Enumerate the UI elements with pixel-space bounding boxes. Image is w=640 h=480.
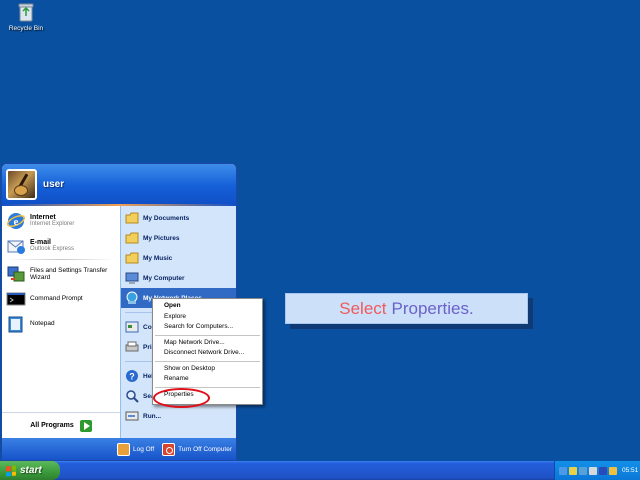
ctx-show-on-desktop[interactable]: Show on Desktop (153, 364, 262, 375)
network-icon (126, 291, 138, 304)
user-name: user (43, 178, 65, 190)
help-icon: ? (126, 370, 138, 382)
arrow-right-icon (79, 419, 92, 432)
places-my-documents[interactable]: My Documents (121, 208, 236, 228)
tray-network-icon[interactable] (579, 466, 587, 475)
recent-command-prompt[interactable]: Command Prompt (2, 286, 120, 311)
callout-word-properties: Properties. (391, 298, 474, 318)
recycle-bin-icon (18, 3, 34, 22)
start-menu-header: user (2, 164, 236, 204)
log-off-icon (116, 442, 130, 456)
log-off-button[interactable]: Log Off (116, 442, 155, 456)
ctx-disconnect-network-drive[interactable]: Disconnect Network Drive... (153, 348, 262, 359)
turn-off-button[interactable]: Turn Off Computer (162, 442, 232, 456)
outlook-express-icon (7, 240, 25, 254)
all-programs-label: All Programs (30, 422, 74, 429)
places-my-music[interactable]: My Music (121, 248, 236, 268)
start-menu-left-pane: e Internet Internet Explorer E-mail Outl… (2, 206, 120, 438)
recent-label: Notepad (30, 320, 55, 327)
folder-icon (125, 232, 139, 244)
pinned-subtitle: Internet Explorer (30, 221, 75, 227)
start-label: start (20, 465, 42, 476)
places-my-computer[interactable]: My Computer (121, 268, 236, 288)
recent-transfer-wizard[interactable]: Files and Settings Transfer Wizard (2, 261, 120, 286)
user-avatar[interactable] (6, 168, 37, 200)
computer-icon (125, 272, 139, 284)
pinned-email[interactable]: E-mail Outlook Express (2, 233, 120, 258)
pinned-title: E-mail (30, 239, 52, 246)
notepad-icon (8, 316, 23, 332)
pinned-internet[interactable]: e Internet Internet Explorer (2, 208, 120, 233)
places-label: My Pictures (143, 234, 180, 242)
clock[interactable]: 05:51 (622, 467, 638, 474)
transfer-wizard-icon (7, 266, 25, 281)
tray-app-icon[interactable] (599, 466, 607, 475)
power-icon (162, 442, 176, 456)
all-programs-button[interactable]: All Programs (2, 412, 120, 438)
places-label: My Music (143, 254, 173, 262)
start-button[interactable]: start (0, 461, 60, 480)
recent-label: Files and Settings Transfer Wizard (30, 266, 108, 281)
places-label: Run... (143, 412, 162, 420)
internet-explorer-icon: e (6, 212, 26, 229)
recent-notepad[interactable]: Notepad (2, 311, 120, 336)
places-my-pictures[interactable]: My Pictures (121, 228, 236, 248)
instruction-callout: Select Properties. (285, 293, 528, 324)
run-icon (125, 411, 139, 421)
pinned-title: Internet (30, 214, 56, 221)
ctx-open[interactable]: Open (153, 301, 262, 312)
svg-text:?: ? (129, 372, 135, 382)
folder-icon (125, 252, 139, 264)
control-panel-icon (125, 321, 139, 333)
tray-arrow-icon[interactable] (559, 466, 567, 475)
ctx-map-network-drive[interactable]: Map Network Drive... (153, 338, 262, 349)
tray-volume-icon[interactable] (569, 466, 577, 475)
places-run[interactable]: Run... (121, 406, 236, 426)
recent-label: Command Prompt (30, 295, 83, 302)
printer-icon (125, 341, 139, 352)
highlight-circle (153, 388, 210, 408)
desktop-icon-label: Recycle Bin (8, 25, 44, 32)
pinned-subtitle: Outlook Express (30, 246, 75, 252)
windows-flag-icon (6, 464, 16, 477)
places-label: My Computer (143, 274, 185, 282)
taskbar: start 05:51 (0, 461, 640, 480)
callout-word-select: Select (339, 298, 387, 318)
desktop-icon-recycle-bin[interactable]: Recycle Bin (4, 2, 48, 32)
places-label: My Documents (143, 214, 190, 222)
ctx-separator (155, 360, 260, 362)
left-pane-separator (6, 259, 116, 260)
ctx-search-computers[interactable]: Search for Computers... (153, 322, 262, 333)
ctx-separator (155, 386, 260, 388)
start-menu-footer: Log Off Turn Off Computer (2, 438, 236, 460)
search-icon (126, 390, 139, 403)
command-prompt-icon (6, 292, 26, 305)
tray-security-icon[interactable] (609, 466, 617, 475)
ctx-separator (155, 334, 260, 336)
system-tray: 05:51 (554, 461, 640, 480)
ctx-explore[interactable]: Explore (153, 312, 262, 323)
svg-text:e: e (14, 216, 19, 228)
ctx-rename[interactable]: Rename (153, 374, 262, 385)
tray-safely-remove-icon[interactable] (589, 466, 597, 475)
log-off-label: Log Off (132, 445, 155, 453)
turn-off-label: Turn Off Computer (178, 445, 232, 453)
folder-icon (125, 212, 139, 224)
